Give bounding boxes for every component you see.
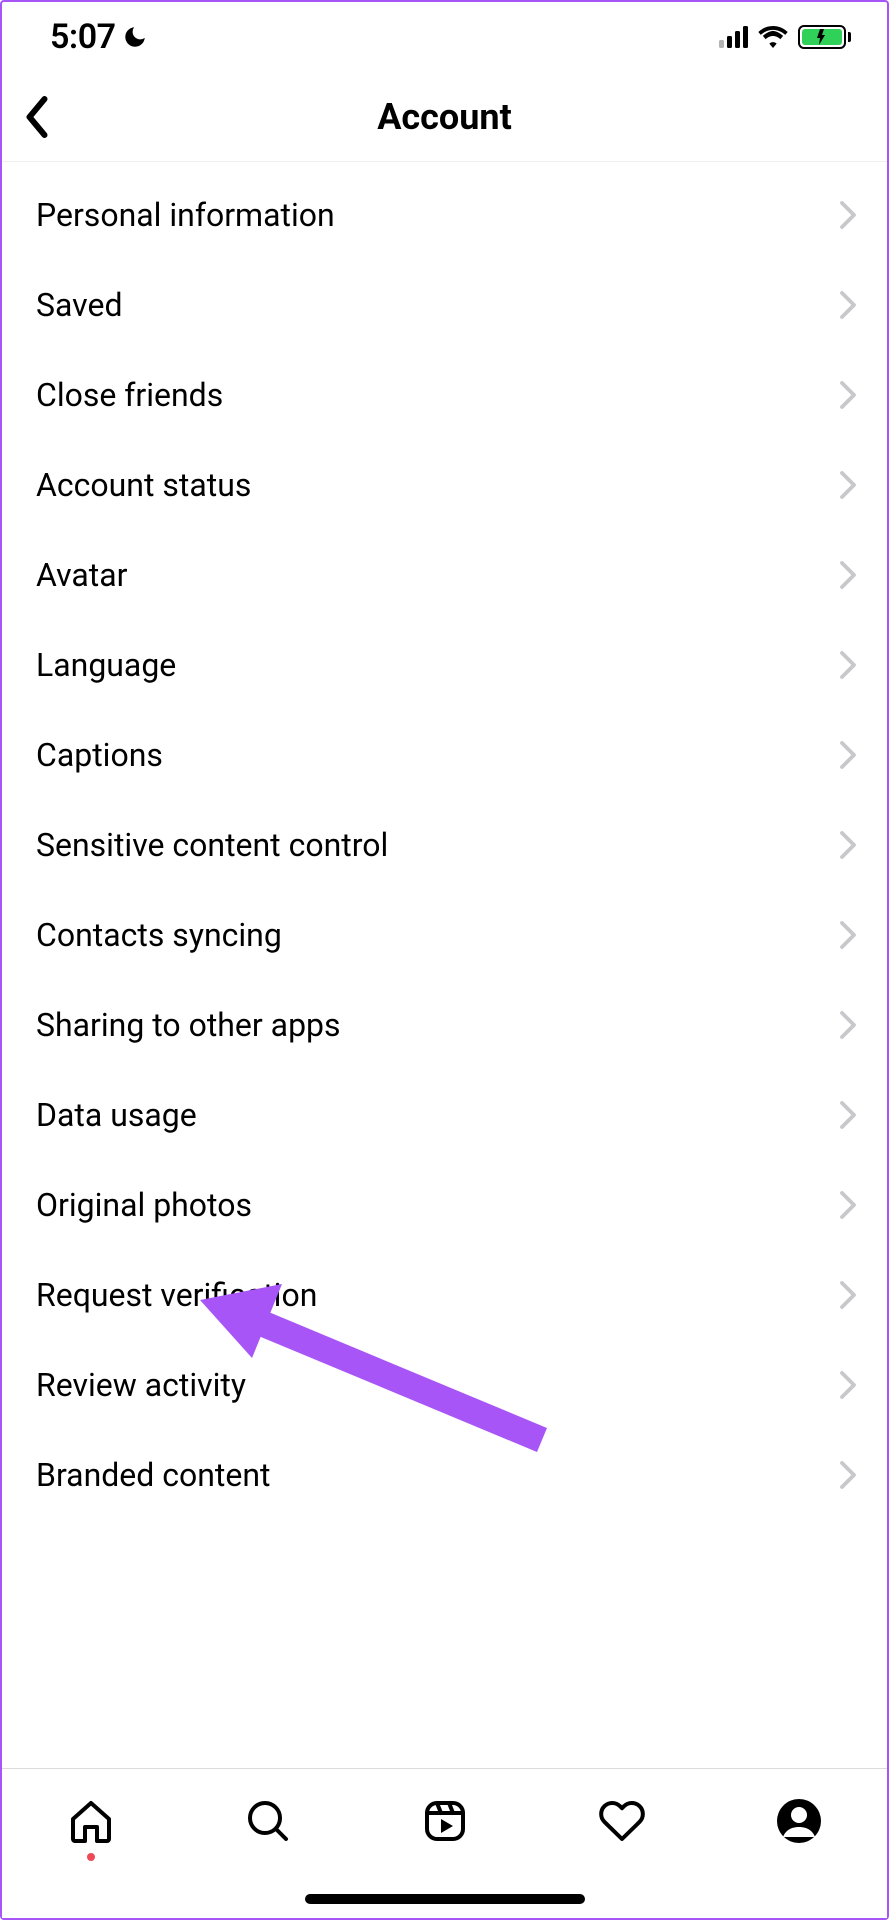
menu-item-label: Language [36, 646, 176, 684]
menu-item-account-status[interactable]: Account status [2, 440, 887, 530]
wifi-icon [758, 26, 788, 48]
tab-home[interactable] [67, 1797, 115, 1845]
home-indicator[interactable] [305, 1894, 585, 1904]
menu-item-label: Avatar [36, 556, 127, 594]
tab-profile[interactable] [775, 1797, 823, 1845]
chevron-right-icon [839, 740, 857, 770]
menu-item-label: Contacts syncing [36, 916, 282, 954]
chevron-right-icon [839, 290, 857, 320]
account-menu-list: Personal information Saved Close friends… [2, 162, 887, 1520]
chevron-right-icon [839, 380, 857, 410]
menu-item-request-verification[interactable]: Request verification [2, 1250, 887, 1340]
heart-icon [598, 1797, 646, 1845]
status-time: 5:07 [50, 17, 116, 57]
chevron-right-icon [839, 920, 857, 950]
back-button[interactable] [12, 86, 62, 148]
menu-item-sensitive-content-control[interactable]: Sensitive content control [2, 800, 887, 890]
chevron-right-icon [839, 1190, 857, 1220]
chevron-left-icon [22, 96, 52, 138]
menu-item-sharing-to-other-apps[interactable]: Sharing to other apps [2, 980, 887, 1070]
chevron-right-icon [839, 1370, 857, 1400]
menu-item-original-photos[interactable]: Original photos [2, 1160, 887, 1250]
chevron-right-icon [839, 200, 857, 230]
tab-search[interactable] [244, 1797, 292, 1845]
chevron-right-icon [839, 1280, 857, 1310]
chevron-right-icon [839, 830, 857, 860]
page-title: Account [2, 96, 887, 138]
menu-item-captions[interactable]: Captions [2, 710, 887, 800]
menu-item-label: Close friends [36, 376, 223, 414]
chevron-right-icon [839, 560, 857, 590]
cellular-signal-icon [719, 26, 748, 48]
menu-item-avatar[interactable]: Avatar [2, 530, 887, 620]
menu-item-label: Saved [36, 286, 122, 324]
menu-item-close-friends[interactable]: Close friends [2, 350, 887, 440]
reels-icon [421, 1797, 469, 1845]
menu-item-label: Sharing to other apps [36, 1006, 341, 1044]
tab-activity[interactable] [598, 1797, 646, 1845]
status-left: 5:07 [50, 17, 148, 57]
menu-item-review-activity[interactable]: Review activity [2, 1340, 887, 1430]
menu-item-branded-content[interactable]: Branded content [2, 1430, 887, 1520]
chevron-right-icon [839, 1460, 857, 1490]
home-icon [67, 1797, 115, 1845]
chevron-right-icon [839, 1010, 857, 1040]
menu-item-label: Account status [36, 466, 251, 504]
tab-reels[interactable] [421, 1797, 469, 1845]
menu-item-label: Captions [36, 736, 163, 774]
profile-icon [775, 1797, 823, 1845]
menu-item-label: Original photos [36, 1186, 252, 1224]
chevron-right-icon [839, 1100, 857, 1130]
search-icon [244, 1797, 292, 1845]
menu-item-label: Branded content [36, 1456, 270, 1494]
menu-item-label: Review activity [36, 1366, 246, 1404]
page-header: Account [2, 72, 887, 162]
battery-charging-icon [798, 25, 851, 49]
menu-item-personal-information[interactable]: Personal information [2, 170, 887, 260]
menu-item-label: Data usage [36, 1096, 197, 1134]
do-not-disturb-moon-icon [122, 24, 148, 50]
notification-dot-icon [87, 1853, 95, 1861]
menu-item-saved[interactable]: Saved [2, 260, 887, 350]
menu-item-contacts-syncing[interactable]: Contacts syncing [2, 890, 887, 980]
status-right [719, 25, 851, 49]
menu-item-data-usage[interactable]: Data usage [2, 1070, 887, 1160]
status-bar: 5:07 [2, 2, 887, 72]
menu-item-language[interactable]: Language [2, 620, 887, 710]
chevron-right-icon [839, 650, 857, 680]
menu-item-label: Personal information [36, 196, 335, 234]
menu-item-label: Sensitive content control [36, 826, 388, 864]
menu-item-label: Request verification [36, 1276, 317, 1314]
chevron-right-icon [839, 470, 857, 500]
